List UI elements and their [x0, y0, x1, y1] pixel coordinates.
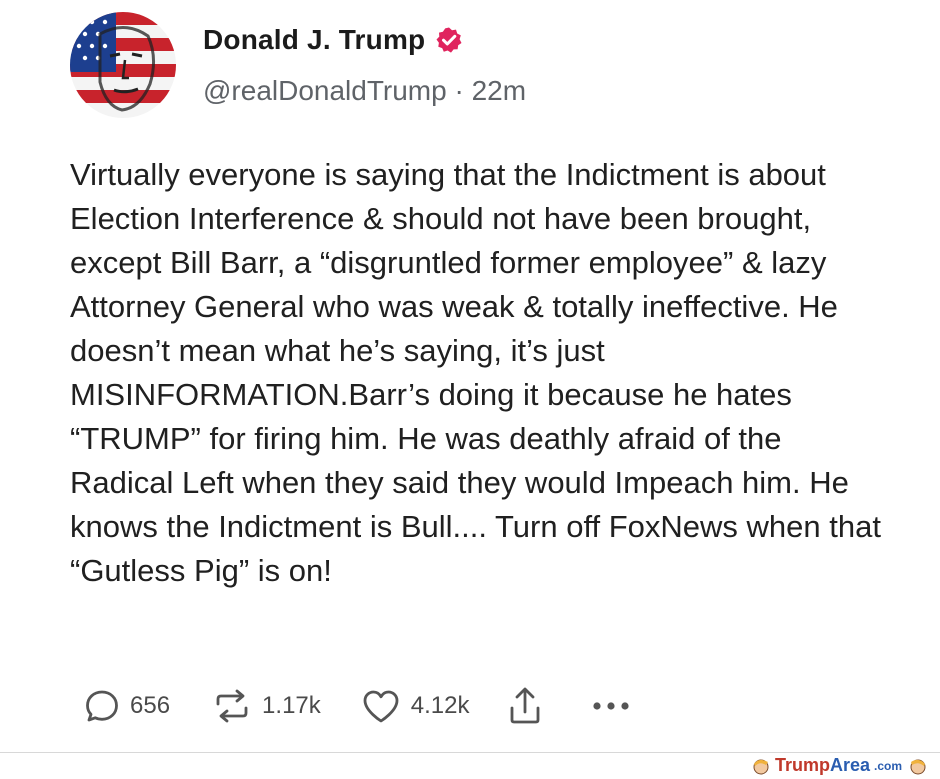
author-handle[interactable]: @realDonaldTrump [203, 75, 447, 106]
verified-badge-icon [436, 27, 462, 53]
mascot-icon [910, 759, 926, 774]
post-time[interactable]: 22m [472, 75, 526, 106]
handle-separator: · [454, 75, 464, 106]
flag-face-avatar [70, 12, 176, 118]
watermark-domain: .com [873, 758, 902, 773]
repost-count: 1.17k [262, 692, 321, 719]
mascot-icon [753, 759, 769, 774]
handle-row: @realDonaldTrump · 22m [203, 75, 526, 107]
action-bar: 656 1.17k 4.12k [84, 684, 631, 728]
author-avatar[interactable] [70, 12, 176, 118]
repost-icon [216, 689, 248, 723]
post-body-text: Virtually everyone is saying that the In… [70, 157, 881, 588]
share-icon [511, 687, 540, 724]
author-name-row: Donald J. Trump [203, 24, 463, 56]
author-name[interactable]: Donald J. Trump [203, 24, 425, 56]
like-count: 4.12k [410, 692, 470, 719]
more-options-button[interactable] [591, 700, 631, 712]
reply-button[interactable]: 656 [84, 688, 170, 724]
repost-button[interactable]: 1.17k [212, 688, 321, 724]
watermark-brand-second: Area [829, 755, 870, 775]
post-card: Donald J. Trump @realDonaldTrump · 22m V… [0, 0, 940, 752]
watermark-bar: TrumpArea .com [0, 752, 940, 779]
reply-count: 656 [130, 692, 171, 719]
more-icon [593, 702, 630, 710]
watermark-brand: TrumpArea [775, 755, 870, 776]
share-button[interactable] [507, 686, 543, 726]
site-watermark: TrumpArea .com [751, 755, 928, 776]
comment-icon [86, 690, 118, 722]
heart-icon [363, 690, 399, 723]
watermark-brand-first: Trump [774, 755, 830, 775]
like-button[interactable]: 4.12k [361, 688, 470, 724]
